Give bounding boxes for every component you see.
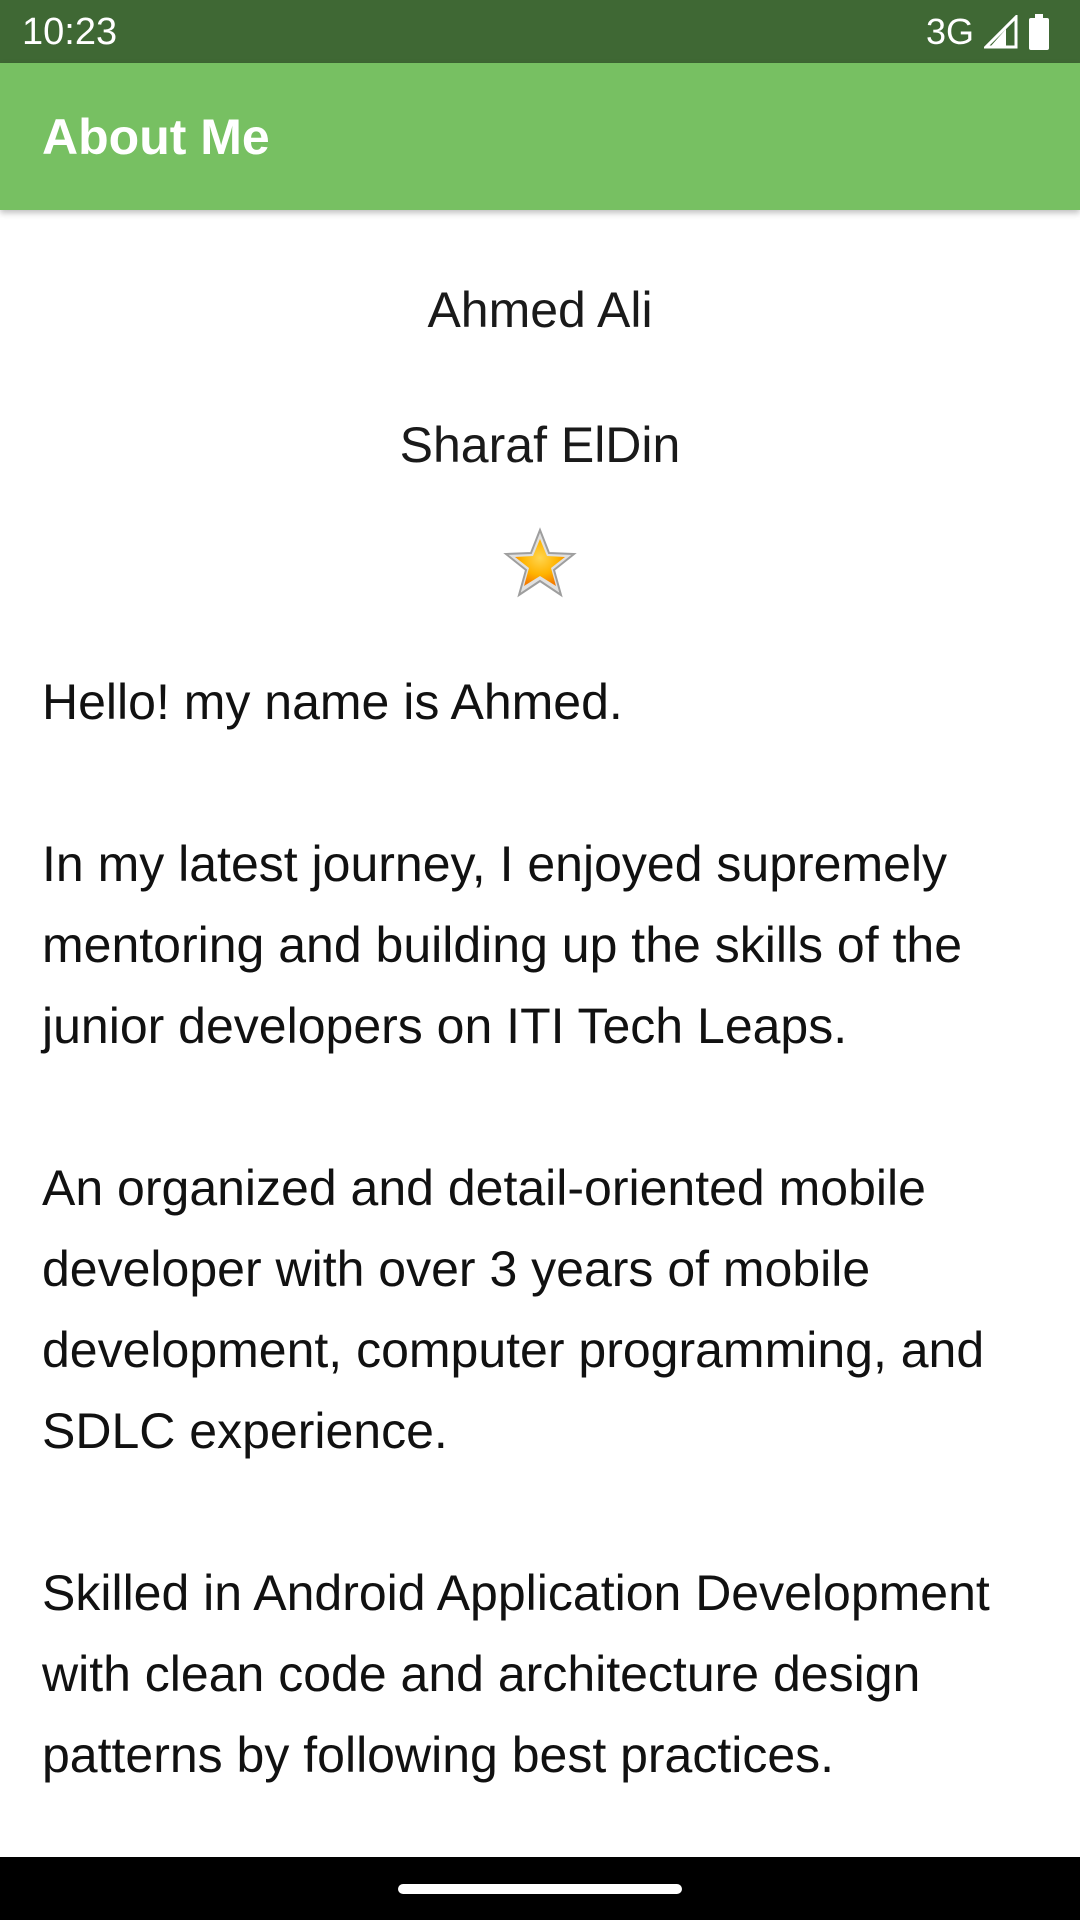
status-time: 10:23 [22, 11, 118, 53]
navigation-bar [0, 1857, 1080, 1920]
page-title: About Me [42, 109, 270, 165]
signal-icon [982, 13, 1018, 49]
star-icon [503, 526, 577, 600]
network-type: 3G [925, 11, 974, 52]
app-bar: About Me [0, 63, 1080, 210]
last-name-text: Sharaf ElDin [399, 417, 681, 473]
battery-icon [1028, 14, 1050, 50]
status-indicators: 3G [926, 9, 1050, 55]
home-gesture-handle[interactable] [398, 1884, 682, 1894]
scroll-content[interactable]: Ahmed Ali Sharaf ElDin Hello! my name is… [0, 210, 1080, 1857]
status-bar: 10:23 3G [0, 0, 1080, 63]
bio-text: Hello! my name is Ahmed. In my latest jo… [42, 674, 990, 1783]
first-name-text: Ahmed Ali [427, 282, 653, 338]
